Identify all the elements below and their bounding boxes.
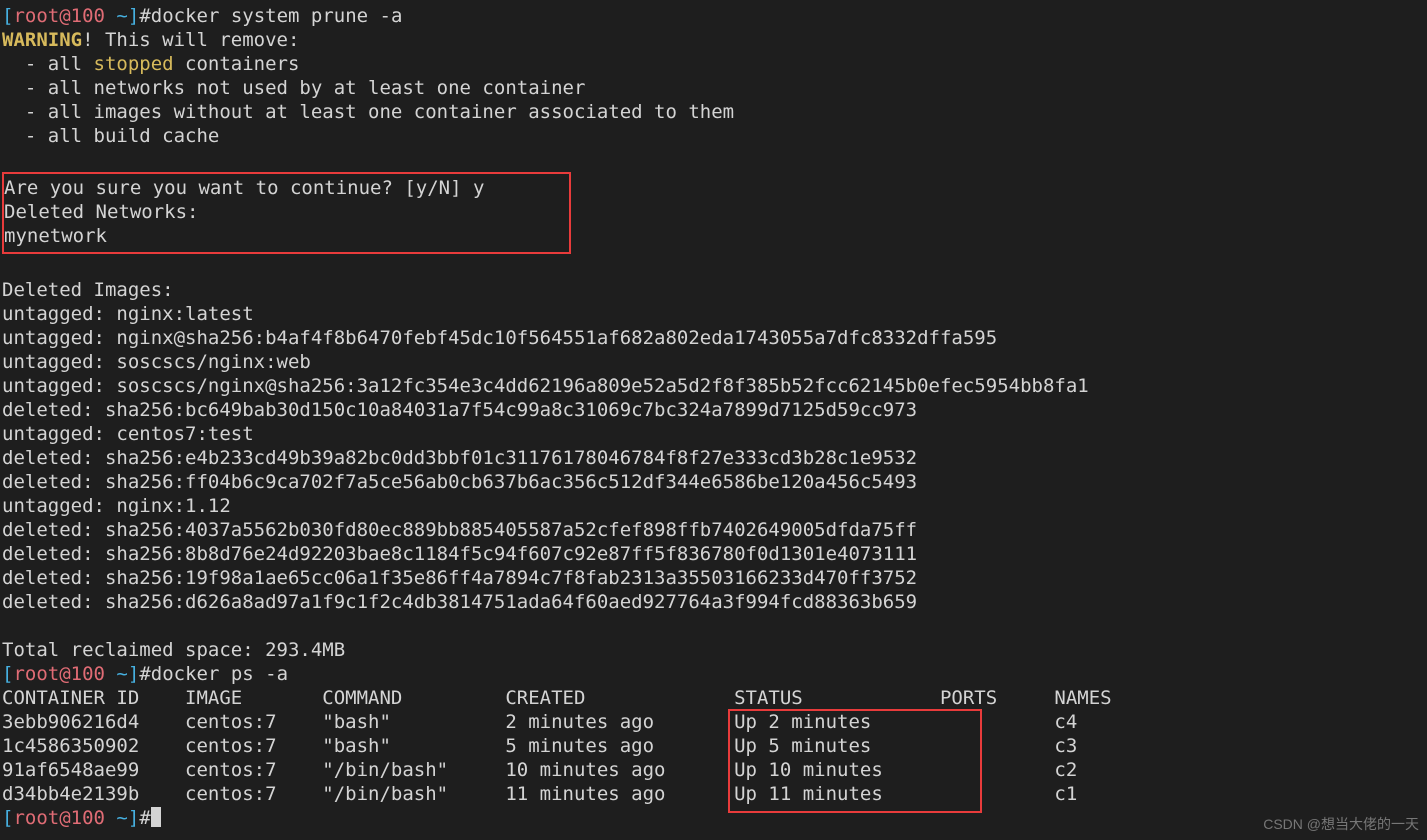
- remove-item: - all: [2, 53, 94, 75]
- deleted-image-line: untagged: nginx:latest: [2, 303, 254, 325]
- deleted-image-line: untagged: nginx:1.12: [2, 495, 231, 517]
- warning-label: WARNING: [2, 29, 82, 51]
- ps-table: CONTAINER ID IMAGE COMMAND CREATED STATU…: [2, 687, 1169, 805]
- cursor-icon[interactable]: [151, 807, 161, 827]
- terminal-output[interactable]: [root@100 ~]#docker system prune -a WARN…: [0, 0, 1427, 834]
- prompt-line-1: [root@100 ~]#docker system prune -a: [2, 5, 402, 27]
- watermark-text: CSDN @想当大佬的一天: [1263, 812, 1419, 836]
- deleted-image-line: untagged: soscscs/nginx:web: [2, 351, 311, 373]
- command-text: docker system prune -a: [151, 5, 403, 27]
- confirm-prompt: Are you sure you want to continue? [y/N]…: [4, 177, 484, 199]
- deleted-image-line: untagged: nginx@sha256:b4af4f8b6470febf4…: [2, 327, 997, 349]
- prompt-line-3: [root@100 ~]#: [2, 807, 161, 829]
- prompt-hash: #: [139, 5, 150, 27]
- warning-rest: ! This will remove:: [82, 29, 299, 51]
- deleted-image-line: deleted: sha256:e4b233cd49b39a82bc0dd3bb…: [2, 447, 917, 469]
- deleted-network-name: mynetwork: [4, 225, 107, 247]
- stopped-highlight: stopped: [94, 53, 174, 75]
- remove-item: - all images without at least one contai…: [2, 101, 734, 123]
- deleted-image-line: deleted: sha256:d626a8ad97a1f9c1f2c4db38…: [2, 591, 917, 613]
- deleted-networks-header: Deleted Networks:: [4, 201, 198, 223]
- remove-item: - all networks not used by at least one …: [2, 77, 585, 99]
- remove-item: - all build cache: [2, 125, 219, 147]
- deleted-image-line: deleted: sha256:ff04b6c9ca702f7a5ce56ab0…: [2, 471, 917, 493]
- confirm-highlight-box: Are you sure you want to continue? [y/N]…: [2, 172, 571, 254]
- prompt-user: root@100: [13, 5, 105, 27]
- deleted-image-line: deleted: sha256:bc649bab30d150c10a84031a…: [2, 399, 917, 421]
- deleted-image-line: deleted: sha256:4037a5562b030fd80ec889bb…: [2, 519, 917, 541]
- deleted-image-line: deleted: sha256:8b8d76e24d92203bae8c1184…: [2, 543, 917, 565]
- prompt-line-2: [root@100 ~]#docker ps -a: [2, 663, 288, 685]
- bracket-close: ]: [128, 5, 139, 27]
- stopped-rest: containers: [174, 53, 300, 75]
- bracket-open: [: [2, 5, 13, 27]
- deleted-image-line: deleted: sha256:19f98a1ae65cc06a1f35e86f…: [2, 567, 917, 589]
- command-text: docker ps -a: [151, 663, 288, 685]
- deleted-image-line: untagged: centos7:test: [2, 423, 254, 445]
- prompt-tilde: ~: [116, 5, 127, 27]
- deleted-images-header: Deleted Images:: [2, 279, 174, 301]
- total-reclaimed: Total reclaimed space: 293.4MB: [2, 639, 345, 661]
- deleted-image-line: untagged: soscscs/nginx@sha256:3a12fc354…: [2, 375, 1089, 397]
